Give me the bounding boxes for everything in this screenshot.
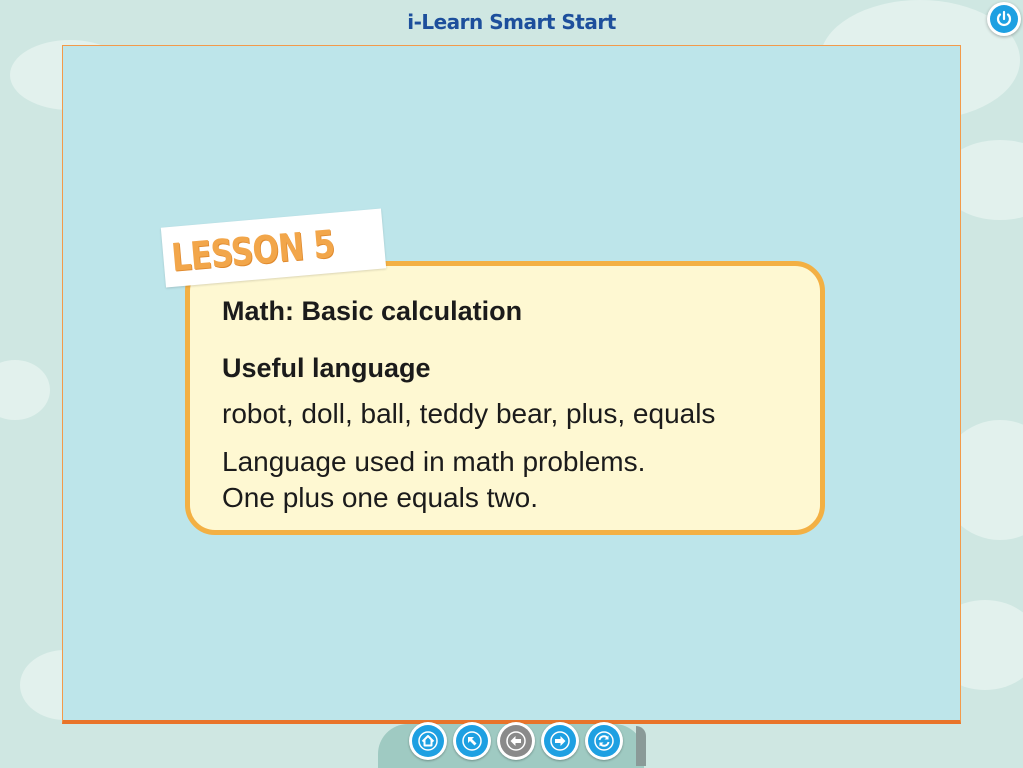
language-line-1: Language used in math problems.: [222, 446, 646, 477]
arrow-up-left-icon: [456, 725, 488, 757]
language-line-2: One plus one equals two.: [222, 482, 538, 513]
lesson-card: Math: Basic calculation Useful language …: [185, 261, 825, 535]
power-icon: [990, 5, 1018, 33]
menu-button[interactable]: [453, 722, 491, 760]
arrow-left-icon: [500, 725, 532, 757]
lesson-subject: Math: Basic calculation: [222, 296, 523, 326]
app-window: i-Learn Smart Start Math: Basic calculat…: [0, 0, 1023, 768]
replay-button[interactable]: [585, 722, 623, 760]
vocabulary-list: robot, doll, ball, teddy bear, plus, equ…: [222, 398, 716, 429]
background-cloud: [0, 360, 50, 420]
home-icon: [412, 725, 444, 757]
useful-language-heading: Useful language: [222, 353, 431, 383]
arrow-right-icon: [544, 725, 576, 757]
navigation-bar: [409, 722, 624, 762]
previous-button[interactable]: [497, 722, 535, 760]
app-title: i-Learn Smart Start: [407, 10, 616, 34]
home-button[interactable]: [409, 722, 447, 760]
refresh-icon: [588, 725, 620, 757]
power-button[interactable]: [987, 2, 1021, 36]
next-button[interactable]: [541, 722, 579, 760]
